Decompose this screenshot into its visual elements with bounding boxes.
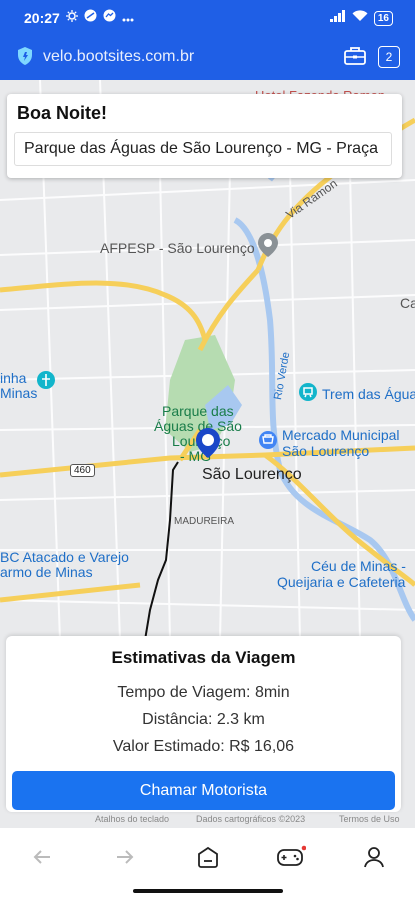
map-label-trem: Trem das Águas [322,386,415,402]
greeting-card: Boa Noite! Parque das Águas de São Loure… [7,94,402,178]
destination-input[interactable]: Parque das Águas de São Lourenço - MG - … [14,132,392,166]
home-icon[interactable] [193,842,223,872]
shield-icon[interactable] [16,46,34,71]
status-time: 20:27 [24,10,60,26]
games-icon[interactable] [276,842,306,872]
url-text[interactable]: velo.bootsites.com.br [43,48,194,66]
forward-arrow-icon[interactable] [110,842,140,872]
estimates-title: Estimativas da Viagem [111,648,296,667]
app-notification-icon [84,9,97,27]
notification-icons [66,9,134,27]
map-label-ca: Ca [400,295,415,311]
call-driver-button[interactable]: Chamar Motorista [12,771,395,810]
map-label-afpesp: AFPESP - São Lourenço [100,240,255,256]
map-label-atacado-2: armo de Minas [0,564,93,580]
map-label-ceu-2: Queijaria e Cafeteria [277,574,406,590]
map-label-madureira: MADUREIRA [174,516,235,527]
settings-notification-icon [66,9,78,27]
gesture-home-indicator[interactable] [133,889,283,893]
browser-url-bar[interactable]: velo.bootsites.com.br 2 [0,36,415,80]
map-label-mercado-2: São Lourenço [282,443,370,459]
tab-count-button[interactable]: 2 [378,46,400,68]
system-status-icons: 16 [329,9,393,27]
map-keyboard-shortcuts[interactable]: Atalhos do teclado [95,814,169,824]
map-label-mercado-1: Mercado Municipal [282,427,400,443]
map-label-atacado-1: BC Atacado e Varejo [0,549,129,565]
battery-icon: 16 [373,10,393,26]
map-label-city: São Lourenço [202,466,302,483]
map-data-attribution: Dados cartográficos ©2023 [196,814,306,824]
map-label-ceu-1: Céu de Minas - [311,558,406,574]
profile-icon[interactable] [359,842,389,872]
map-terms-link[interactable]: Termos de Uso [339,814,400,824]
map-label-inha-1: inha [0,370,27,386]
map-label-parque-1: Parque das [162,403,234,419]
messenger-notification-icon [103,9,116,27]
map-label-inha-2: Minas [0,385,38,401]
estimated-price: Valor Estimado: R$ 16,06 [112,738,295,755]
road-shield-460: 460 [70,464,95,477]
distance: Distância: 2.3 km [142,711,265,728]
trip-estimates-card: Estimativas da Viagem Tempo de Viagem: 8… [6,636,401,812]
greeting-title: Boa Noite! [17,103,107,123]
back-arrow-icon[interactable] [27,842,57,872]
wifi-icon [352,9,368,27]
more-notifications-icon [122,9,134,27]
status-bar: 20:27 16 [0,0,415,36]
briefcase-icon[interactable] [344,46,366,71]
signal-icon [329,9,346,27]
travel-time: Tempo de Viagem: 8min [117,684,290,701]
